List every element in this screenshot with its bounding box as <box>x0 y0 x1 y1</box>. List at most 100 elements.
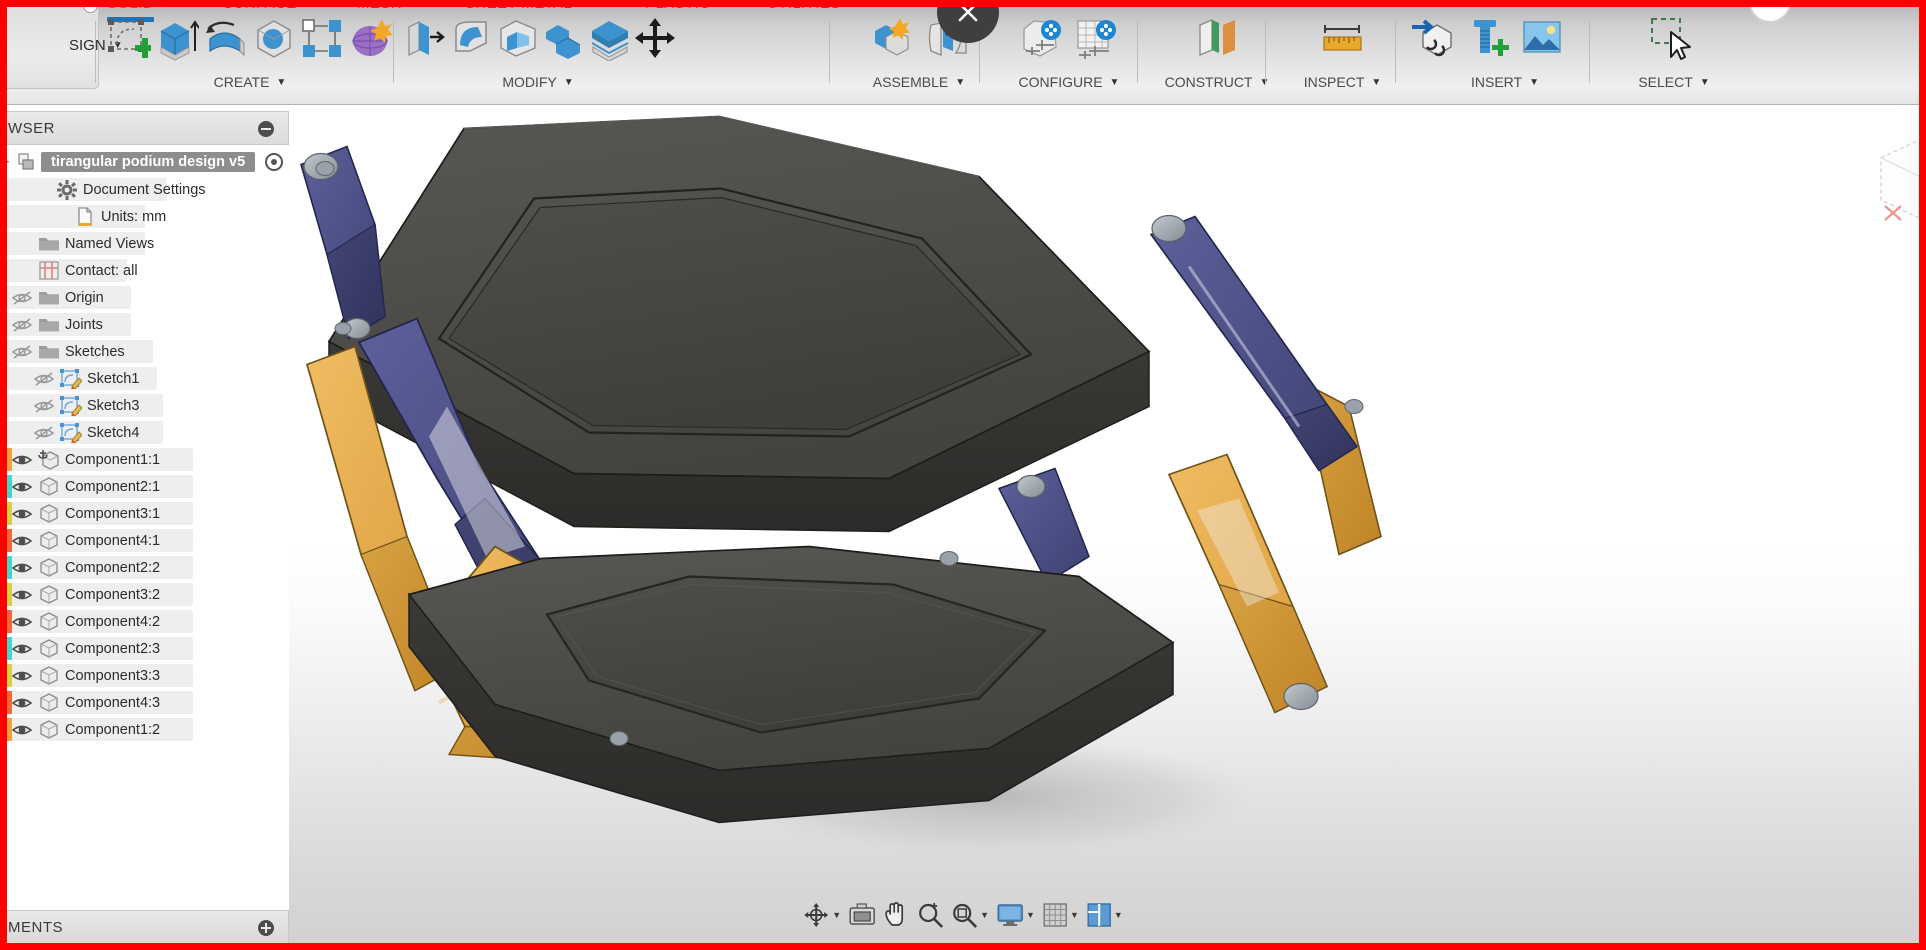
ribbon-panel-separator <box>1265 21 1266 83</box>
ribbon-panel-create: CREATE ▼ <box>105 7 395 105</box>
root-visibility-icon[interactable] <box>265 152 284 171</box>
browser-root-node[interactable]: ▶ tirangular podium design v5 <box>7 147 289 176</box>
browser-node-sketches[interactable]: Sketches <box>7 338 289 365</box>
browser-node-component1-2[interactable]: Component1:2 <box>7 716 289 743</box>
eye-hidden-icon[interactable] <box>31 397 57 415</box>
move-copy-icon[interactable] <box>634 13 678 65</box>
pattern-icon[interactable] <box>299 13 345 65</box>
browser-root-label[interactable]: tirangular podium design v5 <box>41 151 256 172</box>
browser-node-component4-3[interactable]: Component4:3 <box>7 689 289 716</box>
browser-node-component4-1[interactable]: Component4:1 <box>7 527 289 554</box>
eye-visible-icon[interactable] <box>9 721 35 739</box>
ribbon-panel-label[interactable]: SELECT ▼ <box>1599 74 1749 90</box>
ribbon-panel-label[interactable]: ASSEMBLE ▼ <box>839 74 999 90</box>
add-comment-icon[interactable] <box>258 920 274 936</box>
select-window-icon[interactable] <box>1648 13 1701 65</box>
3d-viewport[interactable] <box>289 106 1919 943</box>
browser-node-component2-2[interactable]: Component2:2 <box>7 554 289 581</box>
gear-icon <box>53 179 81 200</box>
browser-node-sketch3[interactable]: Sketch3 <box>7 392 289 419</box>
browser-node-sketch4[interactable]: Sketch4 <box>7 419 289 446</box>
measure-icon[interactable] <box>1316 13 1369 65</box>
eye-visible-icon[interactable] <box>9 559 35 577</box>
grid-snaps-icon[interactable]: ▼ <box>1040 895 1082 935</box>
browser-node-units-mm[interactable]: Units: mm <box>7 203 289 230</box>
chevron-down-icon[interactable]: ▼ <box>1114 910 1123 920</box>
eye-hidden-icon[interactable] <box>9 316 35 334</box>
insert-mcmaster-icon[interactable] <box>1461 13 1514 65</box>
ribbon-panel-label[interactable]: INSERT ▼ <box>1405 74 1605 90</box>
browser-node-component1-1[interactable]: Component1:1 <box>7 446 289 473</box>
extrude-icon[interactable] <box>154 13 200 65</box>
browser-node-component3-3[interactable]: Component3:3 <box>7 662 289 689</box>
browser-node-component4-2[interactable]: Component4:2 <box>7 608 289 635</box>
component-icon <box>35 476 63 497</box>
zoom-fit-icon[interactable]: ▼ <box>948 895 992 935</box>
eye-visible-icon[interactable] <box>9 505 35 523</box>
ribbon-panel-label[interactable]: CONFIGURE ▼ <box>989 74 1149 90</box>
eye-visible-icon[interactable] <box>9 694 35 712</box>
look-at-icon[interactable] <box>846 895 878 935</box>
revolve-icon[interactable] <box>203 13 249 65</box>
ribbon-panel-label[interactable]: INSPECT ▼ <box>1275 74 1410 90</box>
radio-icon[interactable] <box>83 7 98 13</box>
shell-icon[interactable] <box>496 13 540 65</box>
offset-face-icon[interactable] <box>588 13 632 65</box>
eye-visible-icon[interactable] <box>9 613 35 631</box>
configuration-table-icon[interactable] <box>1070 13 1123 65</box>
ribbon-panel-label[interactable]: MODIFY ▼ <box>403 74 673 90</box>
chevron-down-icon[interactable]: ▼ <box>1070 910 1079 920</box>
view-cube[interactable] <box>1861 120 1919 230</box>
form-icon[interactable] <box>348 13 394 65</box>
browser-node-named-views[interactable]: Named Views <box>7 230 289 257</box>
eye-visible-icon[interactable] <box>9 532 35 550</box>
browser-header[interactable]: WSER <box>7 111 289 145</box>
browser-node-component2-3[interactable]: Component2:3 <box>7 635 289 662</box>
browser-node-joints[interactable]: Joints <box>7 311 289 338</box>
configuration-icon[interactable] <box>1015 13 1068 65</box>
offset-plane-icon[interactable] <box>1191 13 1244 65</box>
browser-node-component3-1[interactable]: Component3:1 <box>7 500 289 527</box>
collapse-icon[interactable] <box>258 121 274 137</box>
eye-visible-icon[interactable] <box>9 667 35 685</box>
chevron-down-icon[interactable]: ▼ <box>1026 910 1035 920</box>
chevron-down-icon[interactable]: ▼ <box>832 910 841 920</box>
sweep-icon[interactable] <box>251 13 297 65</box>
eye-visible-icon[interactable] <box>9 478 35 496</box>
insert-canvas-icon[interactable] <box>1516 13 1569 65</box>
component-color-bar <box>7 583 12 606</box>
ribbon-panel-label[interactable]: CREATE ▼ <box>105 74 395 90</box>
cad-model[interactable] <box>289 106 1919 943</box>
combine-icon[interactable] <box>542 13 586 65</box>
eye-visible-icon[interactable] <box>9 586 35 604</box>
press-pull-icon[interactable] <box>404 13 448 65</box>
viewports-icon[interactable]: ▼ <box>1084 895 1126 935</box>
chevron-down-icon: ▼ <box>1109 77 1120 88</box>
link-blue-upper-left <box>300 145 386 340</box>
ribbon-panel-construct: CONSTRUCT▼ <box>1147 7 1287 105</box>
zoom-icon[interactable] <box>914 895 946 935</box>
browser-node-origin[interactable]: Origin <box>7 284 289 311</box>
browser-node-document-settings[interactable]: Document Settings <box>7 176 289 203</box>
new-component-icon[interactable] <box>865 13 918 65</box>
pan-icon[interactable] <box>880 895 912 935</box>
browser-node-component2-1[interactable]: Component2:1 <box>7 473 289 500</box>
eye-visible-icon[interactable] <box>9 640 35 658</box>
chevron-down-icon[interactable]: ▼ <box>980 910 989 920</box>
create-sketch-icon[interactable] <box>106 13 152 65</box>
orbit-icon[interactable]: ▼ <box>800 895 844 935</box>
eye-visible-icon[interactable] <box>9 451 35 469</box>
fillet-icon[interactable] <box>450 13 494 65</box>
eye-hidden-icon[interactable] <box>31 424 57 442</box>
display-settings-icon[interactable]: ▼ <box>994 895 1038 935</box>
browser-node-sketch1[interactable]: Sketch1 <box>7 365 289 392</box>
eye-hidden-icon[interactable] <box>9 289 35 307</box>
comments-panel-header[interactable]: MENTS <box>7 910 289 943</box>
browser-node-component3-2[interactable]: Component3:2 <box>7 581 289 608</box>
eye-hidden-icon[interactable] <box>31 370 57 388</box>
browser-node-contact-all[interactable]: Contact: all <box>7 257 289 284</box>
eye-hidden-icon[interactable] <box>9 343 35 361</box>
workspace-tab-utilities[interactable]: UTILITIES <box>767 7 841 12</box>
ribbon-panel-label[interactable]: CONSTRUCT▼ <box>1147 74 1287 90</box>
insert-derive-icon[interactable] <box>1406 13 1459 65</box>
